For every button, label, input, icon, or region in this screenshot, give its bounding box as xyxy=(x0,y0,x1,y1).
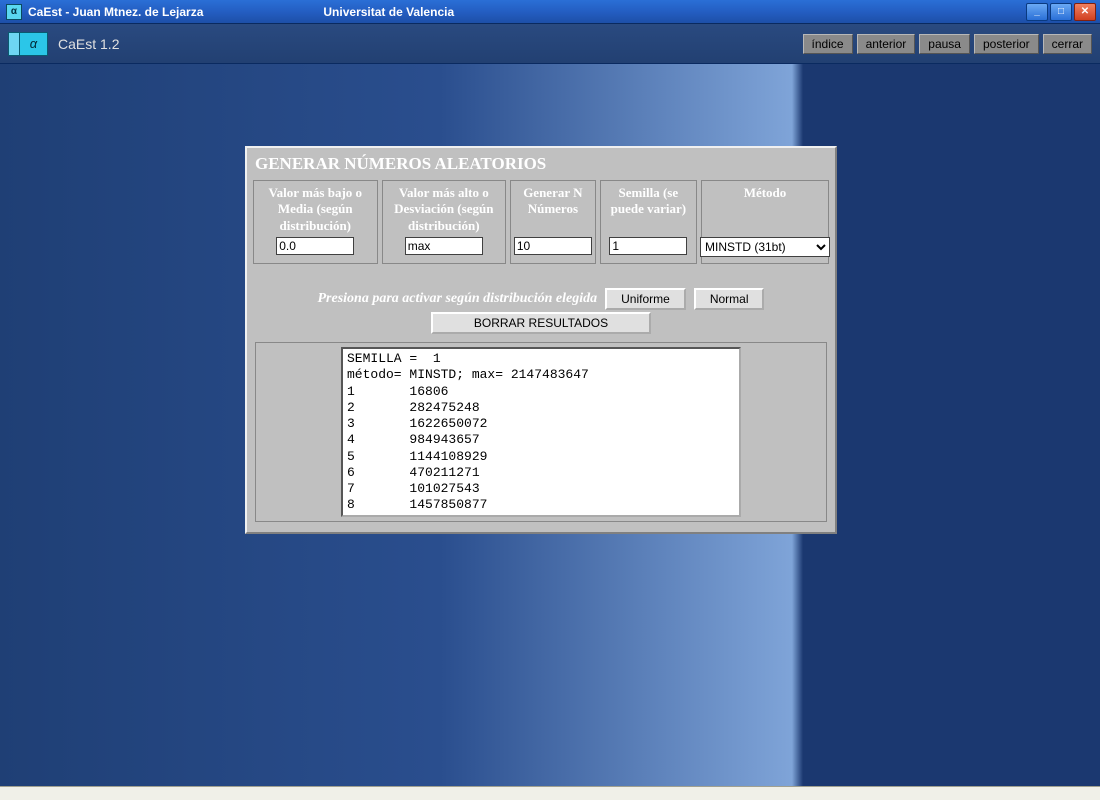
param-count-cell: Generar N Números xyxy=(510,180,596,264)
nav-indice-button[interactable]: índice xyxy=(803,34,853,54)
window-subtitle: Universitat de Valencia xyxy=(323,5,454,19)
action-row: Presiona para activar según distribución… xyxy=(251,268,831,312)
results-container: SEMILLA = 1 método= MINSTD; max= 2147483… xyxy=(255,342,827,522)
param-high-cell: Valor más alto o Desviación (según distr… xyxy=(382,180,507,264)
app-name: CaEst 1.2 xyxy=(58,36,119,52)
taskbar-strip xyxy=(0,786,1100,800)
clear-results-button[interactable]: BORRAR RESULTADOS xyxy=(431,312,651,334)
param-low-cell: Valor más bajo o Media (según distribuci… xyxy=(253,180,378,264)
high-value-input[interactable] xyxy=(405,237,483,255)
app-window-icon: α xyxy=(6,4,22,20)
seed-input[interactable] xyxy=(609,237,687,255)
normal-button[interactable]: Normal xyxy=(694,288,765,310)
results-textarea[interactable]: SEMILLA = 1 método= MINSTD; max= 2147483… xyxy=(341,347,741,517)
panel-title: GENERAR NÚMEROS ALEATORIOS xyxy=(251,152,831,180)
nav-pausa-button[interactable]: pausa xyxy=(919,34,970,54)
uniforme-button[interactable]: Uniforme xyxy=(605,288,686,310)
minimize-button[interactable]: _ xyxy=(1026,3,1048,21)
param-high-label: Valor más alto o Desviación (según distr… xyxy=(385,185,504,237)
maximize-button[interactable]: □ xyxy=(1050,3,1072,21)
count-input[interactable] xyxy=(514,237,592,255)
nav-buttons: índice anterior pausa posterior cerrar xyxy=(803,34,1092,54)
app-header: α CaEst 1.2 índice anterior pausa poster… xyxy=(0,24,1100,64)
param-seed-cell: Semilla (se puede variar) xyxy=(600,180,697,264)
method-select[interactable]: MINSTD (31bt) xyxy=(700,237,830,257)
random-generator-panel: GENERAR NÚMEROS ALEATORIOS Valor más baj… xyxy=(245,146,837,534)
low-value-input[interactable] xyxy=(276,237,354,255)
nav-cerrar-button[interactable]: cerrar xyxy=(1043,34,1092,54)
window-controls: _ □ ✕ xyxy=(1026,3,1100,21)
param-low-label: Valor más bajo o Media (según distribuci… xyxy=(256,185,375,237)
app-logo-icon: α xyxy=(8,32,48,56)
nav-anterior-button[interactable]: anterior xyxy=(857,34,916,54)
main-area: GENERAR NÚMEROS ALEATORIOS Valor más baj… xyxy=(0,64,1100,800)
param-count-label: Generar N Números xyxy=(513,185,593,237)
param-method-cell: Método MINSTD (31bt) xyxy=(701,180,829,264)
param-method-label: Método xyxy=(742,185,789,237)
nav-posterior-button[interactable]: posterior xyxy=(974,34,1039,54)
param-seed-label: Semilla (se puede variar) xyxy=(603,185,694,237)
action-instruction: Presiona para activar según distribución… xyxy=(318,291,598,307)
window-titlebar: α CaEst - Juan Mtnez. de Lejarza Univers… xyxy=(0,0,1100,24)
close-button[interactable]: ✕ xyxy=(1074,3,1096,21)
parameter-row: Valor más bajo o Media (según distribuci… xyxy=(251,180,831,268)
window-title: CaEst - Juan Mtnez. de Lejarza xyxy=(28,5,203,19)
clear-row: BORRAR RESULTADOS xyxy=(251,312,831,338)
